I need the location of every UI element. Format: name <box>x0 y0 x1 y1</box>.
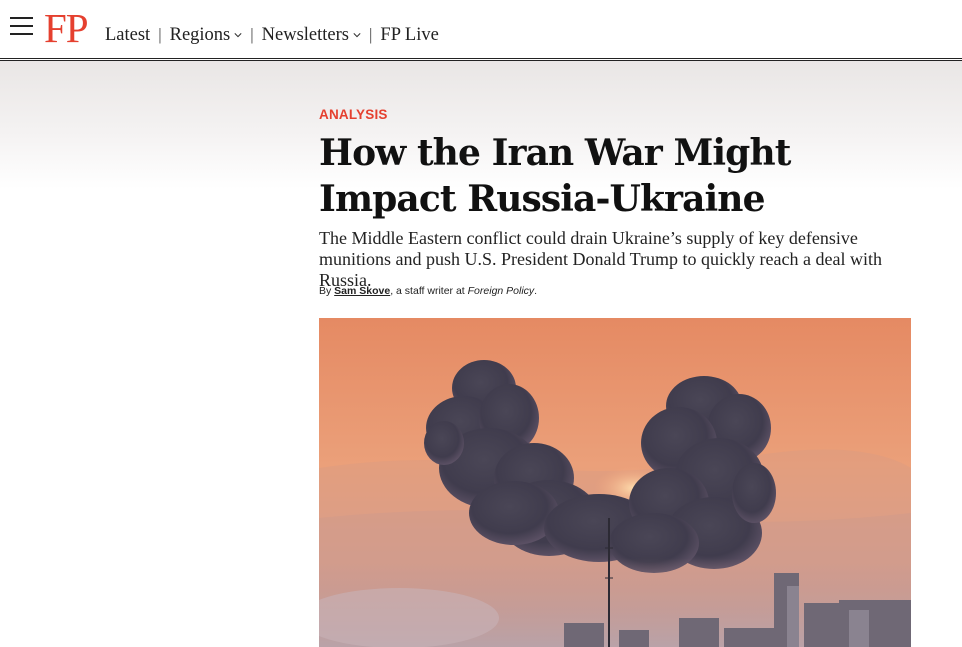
chevron-down-icon <box>234 33 242 38</box>
nav-separator: | <box>158 25 162 44</box>
nav-item-label: Newsletters <box>261 24 349 45</box>
byline-suffix: . <box>534 285 538 297</box>
article-byline: By Sam Skove, a staff writer at Foreign … <box>319 285 537 297</box>
byline-prefix: By <box>319 285 335 297</box>
site-logo[interactable]: FP <box>44 6 89 50</box>
smoke-over-city-image <box>319 318 911 647</box>
author-link[interactable]: Sam Skove <box>334 285 390 297</box>
main-nav: Latest | Regions | Newsletters | FP Live <box>105 24 439 46</box>
byline-role: , a staff writer at <box>390 285 468 297</box>
article-hero-image <box>319 318 911 647</box>
byline-publication: Foreign Policy <box>467 285 535 297</box>
nav-separator: | <box>369 25 373 44</box>
nav-separator: | <box>250 25 254 44</box>
nav-item-regions[interactable]: Regions <box>170 25 243 46</box>
nav-item-newsletters[interactable]: Newsletters <box>262 25 361 46</box>
nav-item-fp-live[interactable]: FP Live <box>380 25 438 46</box>
nav-item-latest[interactable]: Latest <box>105 25 150 46</box>
nav-item-label: Latest <box>105 24 151 45</box>
nav-item-label: FP Live <box>380 24 439 45</box>
nav-item-label: Regions <box>169 24 231 45</box>
article-dek: The Middle Eastern conflict could drain … <box>319 228 882 290</box>
hamburger-menu-icon[interactable] <box>10 17 33 35</box>
site-header: FP Latest | Regions | Newsletters | FP L… <box>0 0 962 59</box>
chevron-down-icon <box>353 33 361 38</box>
article-headline: How the Iran War Might Impact Russia-Ukr… <box>319 132 791 220</box>
article-kicker[interactable]: ANALYSIS <box>319 107 388 122</box>
